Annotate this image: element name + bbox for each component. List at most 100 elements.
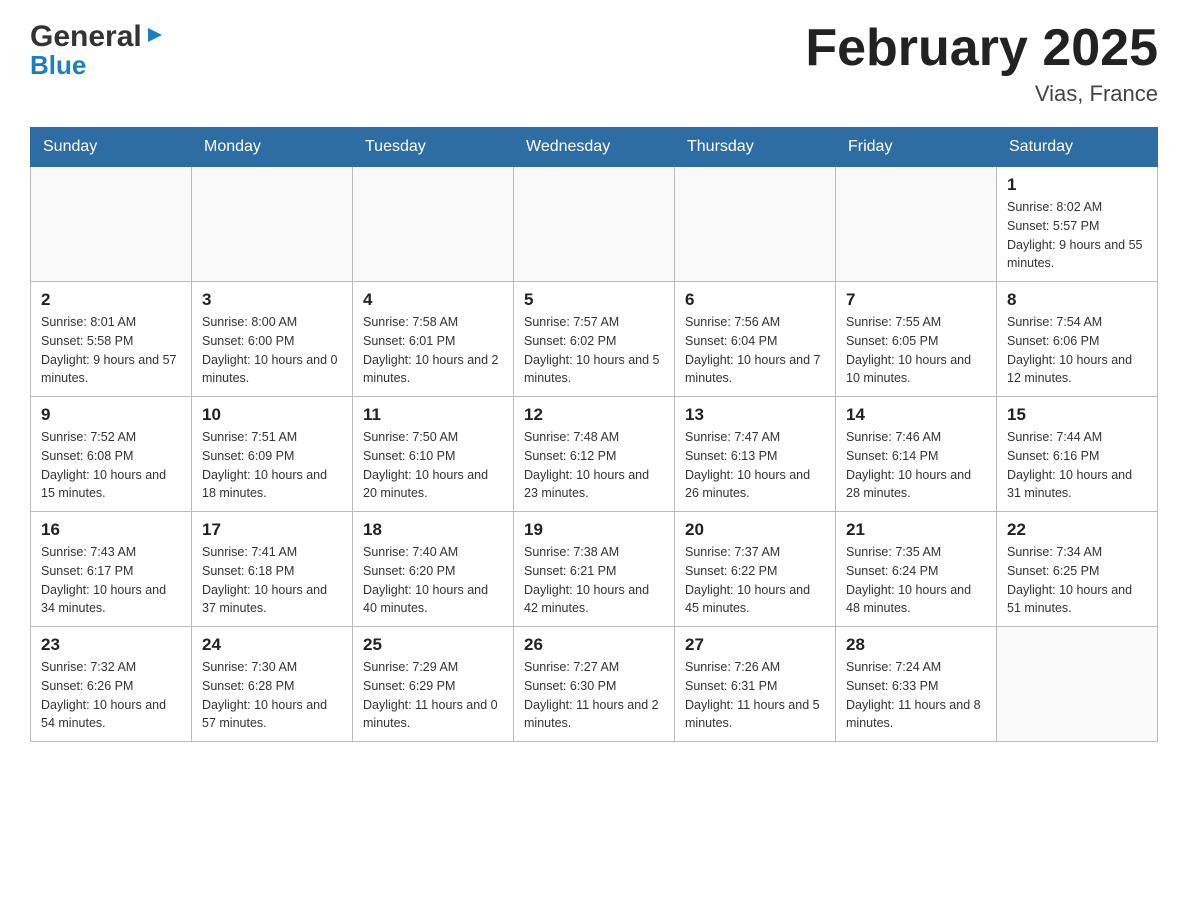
calendar-cell: 16 Sunrise: 7:43 AMSunset: 6:17 PMDayligh… <box>31 512 192 627</box>
calendar-cell <box>836 167 997 282</box>
day-info: Sunrise: 8:01 AMSunset: 5:58 PMDaylight:… <box>41 313 181 388</box>
calendar-cell: 21 Sunrise: 7:35 AMSunset: 6:24 PMDayligh… <box>836 512 997 627</box>
calendar-cell: 23 Sunrise: 7:32 AMSunset: 6:26 PMDayligh… <box>31 627 192 742</box>
day-info: Sunrise: 7:29 AMSunset: 6:29 PMDaylight:… <box>363 658 503 733</box>
calendar-cell: 13 Sunrise: 7:47 AMSunset: 6:13 PMDayligh… <box>675 397 836 512</box>
day-info: Sunrise: 7:38 AMSunset: 6:21 PMDaylight:… <box>524 543 664 618</box>
day-number: 27 <box>685 635 825 655</box>
calendar-cell: 25 Sunrise: 7:29 AMSunset: 6:29 PMDayligh… <box>353 627 514 742</box>
calendar-cell: 27Sunrise: 7:26 AMSunset: 6:31 PMDayligh… <box>675 627 836 742</box>
day-number: 22 <box>1007 520 1147 540</box>
day-number: 12 <box>524 405 664 425</box>
calendar-cell: 3 Sunrise: 8:00 AMSunset: 6:00 PMDaylight… <box>192 282 353 397</box>
day-number: 24 <box>202 635 342 655</box>
day-number: 20 <box>685 520 825 540</box>
day-number: 4 <box>363 290 503 310</box>
day-number: 26 <box>524 635 664 655</box>
logo-chevron-icon <box>144 24 166 46</box>
logo-general-text: General <box>30 20 142 53</box>
day-info: Sunrise: 7:50 AMSunset: 6:10 PMDaylight:… <box>363 428 503 503</box>
day-info: Sunrise: 7:35 AMSunset: 6:24 PMDaylight:… <box>846 543 986 618</box>
calendar-cell: 12 Sunrise: 7:48 AMSunset: 6:12 PMDayligh… <box>514 397 675 512</box>
calendar-week-1: 1 Sunrise: 8:02 AMSunset: 5:57 PMDaylight… <box>31 167 1158 282</box>
day-info: Sunrise: 7:58 AMSunset: 6:01 PMDaylight:… <box>363 313 503 388</box>
day-info: Sunrise: 7:52 AMSunset: 6:08 PMDaylight:… <box>41 428 181 503</box>
calendar-cell: 24Sunrise: 7:30 AMSunset: 6:28 PMDayligh… <box>192 627 353 742</box>
day-info: Sunrise: 7:24 AMSunset: 6:33 PMDaylight:… <box>846 658 986 733</box>
col-thursday: Thursday <box>675 128 836 167</box>
calendar-week-4: 16 Sunrise: 7:43 AMSunset: 6:17 PMDayligh… <box>31 512 1158 627</box>
calendar-cell: 1 Sunrise: 8:02 AMSunset: 5:57 PMDaylight… <box>997 167 1158 282</box>
day-info: Sunrise: 7:47 AMSunset: 6:13 PMDaylight:… <box>685 428 825 503</box>
day-number: 10 <box>202 405 342 425</box>
day-info: Sunrise: 7:40 AMSunset: 6:20 PMDaylight:… <box>363 543 503 618</box>
calendar-cell: 5 Sunrise: 7:57 AMSunset: 6:02 PMDaylight… <box>514 282 675 397</box>
col-monday: Monday <box>192 128 353 167</box>
day-info: Sunrise: 7:56 AMSunset: 6:04 PMDaylight:… <box>685 313 825 388</box>
calendar-cell: 10 Sunrise: 7:51 AMSunset: 6:09 PMDayligh… <box>192 397 353 512</box>
month-title: February 2025 <box>805 20 1158 77</box>
day-info: Sunrise: 8:00 AMSunset: 6:00 PMDaylight:… <box>202 313 342 388</box>
calendar-cell: 14Sunrise: 7:46 AMSunset: 6:14 PMDayligh… <box>836 397 997 512</box>
calendar-cell <box>675 167 836 282</box>
day-number: 13 <box>685 405 825 425</box>
day-info: Sunrise: 7:43 AMSunset: 6:17 PMDaylight:… <box>41 543 181 618</box>
day-info: Sunrise: 7:46 AMSunset: 6:14 PMDaylight:… <box>846 428 986 503</box>
calendar-table: Sunday Monday Tuesday Wednesday Thursday… <box>30 127 1158 742</box>
day-number: 2 <box>41 290 181 310</box>
logo: General Blue <box>30 20 166 80</box>
calendar-cell <box>31 167 192 282</box>
day-number: 23 <box>41 635 181 655</box>
day-number: 11 <box>363 405 503 425</box>
day-info: Sunrise: 7:54 AMSunset: 6:06 PMDaylight:… <box>1007 313 1147 388</box>
calendar-header-row: Sunday Monday Tuesday Wednesday Thursday… <box>31 128 1158 167</box>
day-info: Sunrise: 7:51 AMSunset: 6:09 PMDaylight:… <box>202 428 342 503</box>
day-info: Sunrise: 7:44 AMSunset: 6:16 PMDaylight:… <box>1007 428 1147 503</box>
calendar-cell <box>514 167 675 282</box>
calendar-cell: 28 Sunrise: 7:24 AMSunset: 6:33 PMDayligh… <box>836 627 997 742</box>
calendar-cell: 22Sunrise: 7:34 AMSunset: 6:25 PMDayligh… <box>997 512 1158 627</box>
day-number: 7 <box>846 290 986 310</box>
calendar-cell: 8 Sunrise: 7:54 AMSunset: 6:06 PMDaylight… <box>997 282 1158 397</box>
location: Vias, France <box>805 81 1158 107</box>
day-info: Sunrise: 8:02 AMSunset: 5:57 PMDaylight:… <box>1007 198 1147 273</box>
day-number: 25 <box>363 635 503 655</box>
day-info: Sunrise: 7:48 AMSunset: 6:12 PMDaylight:… <box>524 428 664 503</box>
calendar-cell: 18Sunrise: 7:40 AMSunset: 6:20 PMDayligh… <box>353 512 514 627</box>
logo-blue-text: Blue <box>30 51 166 80</box>
page-header: General Blue February 2025 Vias, France <box>30 20 1158 107</box>
calendar-cell <box>353 167 514 282</box>
day-info: Sunrise: 7:57 AMSunset: 6:02 PMDaylight:… <box>524 313 664 388</box>
day-number: 21 <box>846 520 986 540</box>
calendar-cell: 15Sunrise: 7:44 AMSunset: 6:16 PMDayligh… <box>997 397 1158 512</box>
day-number: 17 <box>202 520 342 540</box>
day-number: 3 <box>202 290 342 310</box>
calendar-week-3: 9Sunrise: 7:52 AMSunset: 6:08 PMDaylight… <box>31 397 1158 512</box>
calendar-cell: 6 Sunrise: 7:56 AMSunset: 6:04 PMDaylight… <box>675 282 836 397</box>
calendar-cell <box>192 167 353 282</box>
col-friday: Friday <box>836 128 997 167</box>
day-info: Sunrise: 7:32 AMSunset: 6:26 PMDaylight:… <box>41 658 181 733</box>
calendar-cell: 4 Sunrise: 7:58 AMSunset: 6:01 PMDaylight… <box>353 282 514 397</box>
day-number: 19 <box>524 520 664 540</box>
calendar-week-2: 2 Sunrise: 8:01 AMSunset: 5:58 PMDaylight… <box>31 282 1158 397</box>
calendar-cell: 17 Sunrise: 7:41 AMSunset: 6:18 PMDayligh… <box>192 512 353 627</box>
day-number: 6 <box>685 290 825 310</box>
day-info: Sunrise: 7:41 AMSunset: 6:18 PMDaylight:… <box>202 543 342 618</box>
day-info: Sunrise: 7:37 AMSunset: 6:22 PMDaylight:… <box>685 543 825 618</box>
title-area: February 2025 Vias, France <box>805 20 1158 107</box>
calendar-cell: 11 Sunrise: 7:50 AMSunset: 6:10 PMDayligh… <box>353 397 514 512</box>
col-tuesday: Tuesday <box>353 128 514 167</box>
day-number: 1 <box>1007 175 1147 195</box>
col-wednesday: Wednesday <box>514 128 675 167</box>
calendar-cell: 9Sunrise: 7:52 AMSunset: 6:08 PMDaylight… <box>31 397 192 512</box>
calendar-cell <box>997 627 1158 742</box>
day-info: Sunrise: 7:27 AMSunset: 6:30 PMDaylight:… <box>524 658 664 733</box>
calendar-week-5: 23 Sunrise: 7:32 AMSunset: 6:26 PMDayligh… <box>31 627 1158 742</box>
day-number: 8 <box>1007 290 1147 310</box>
day-number: 28 <box>846 635 986 655</box>
calendar-cell: 7Sunrise: 7:55 AMSunset: 6:05 PMDaylight… <box>836 282 997 397</box>
day-number: 5 <box>524 290 664 310</box>
calendar-cell: 26 Sunrise: 7:27 AMSunset: 6:30 PMDayligh… <box>514 627 675 742</box>
day-number: 16 <box>41 520 181 540</box>
